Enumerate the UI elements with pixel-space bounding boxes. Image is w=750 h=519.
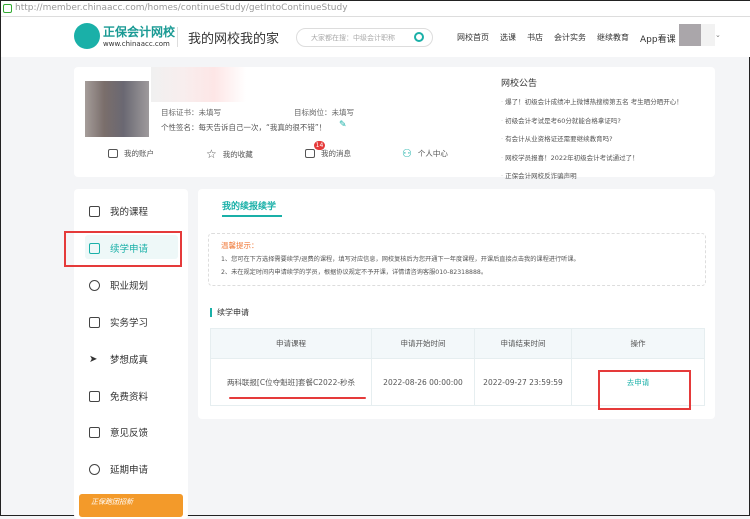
highlight-box [64, 231, 182, 267]
mail-icon [89, 426, 100, 438]
notice-title: 网校公告 [501, 79, 538, 89]
chart-circle-icon [89, 279, 100, 291]
col-course: 申请课程 [210, 328, 372, 359]
logo-domain: www.chinaacc.com [103, 40, 170, 48]
sidebar-item-feedback[interactable]: 意见反馈 [89, 425, 148, 439]
url-text: http://member.chinaacc.com/homes/continu… [15, 3, 348, 13]
nav-app[interactable]: App看课 [640, 32, 676, 45]
quick-link-account[interactable]: 我的账户 [108, 148, 154, 159]
quick-link-personal-center[interactable]: ⚇ 个人中心 [402, 147, 448, 160]
search-placeholder: 大家都在搜：中级会计职称 [311, 34, 395, 42]
target-job: 目标岗位：未填写 [294, 108, 354, 117]
section-title: 续学申请 [217, 308, 249, 317]
notice-item[interactable]: 有会计从业资格证还需要继续教育吗? [501, 133, 683, 143]
mail-icon [305, 149, 315, 158]
search-input[interactable]: 大家都在搜：中级会计职称 [296, 28, 433, 47]
book-icon [89, 205, 100, 217]
divider [177, 27, 178, 47]
secure-icon [3, 4, 12, 13]
sidebar-item-practice[interactable]: 实务学习 [89, 315, 148, 329]
sidebar-item-career[interactable]: 职业规划 [89, 278, 148, 292]
tips-box: 温馨提示： 1、您可在下方选择需要续学/退费的课程，填写对应信息，网校复核后为您… [208, 233, 706, 286]
end-time: 2022-09-27 23:59:59 [474, 358, 572, 406]
logo-icon[interactable] [74, 23, 100, 49]
tip-line: 2、未在规定时间内申请续学的学员，根据协议规定不予开课，详情请咨询客服010-8… [221, 269, 488, 276]
notice-panel: 网校公告 爆了！初级会计成绩冲上微博热搜榜第五名 考生晒分晒开心！ 初级会计考试… [501, 76, 683, 189]
sidebar-item-deferral[interactable]: 延期申请 [89, 462, 148, 476]
signature: 个性签名：每天告诉自己一次，“我真的很不错”！ [161, 123, 327, 132]
nav-continuing-edu[interactable]: 继续教育 [597, 32, 629, 45]
sidebar-item-free-materials[interactable]: 免费资料 [89, 389, 148, 403]
tips-title: 温馨提示： [221, 241, 259, 250]
profile-name-blurred [151, 67, 246, 102]
col-end: 申请结束时间 [474, 328, 572, 359]
sidebar-item-my-courses[interactable]: 我的课程 [89, 204, 148, 218]
nav-bookstore[interactable]: 书店 [527, 32, 543, 45]
message-badge: 14 [314, 141, 325, 150]
folder-icon [89, 390, 100, 402]
tab-continue-study[interactable]: 我的续报续学 [222, 199, 276, 212]
monitor-icon [89, 316, 100, 328]
red-underline [229, 397, 366, 399]
chevron-down-icon[interactable]: ⌄ [715, 31, 721, 39]
start-time: 2022-08-26 00:00:00 [371, 358, 475, 406]
quick-link-messages[interactable]: 我的消息 [305, 148, 351, 159]
notice-item[interactable]: 爆了！初级会计成绩冲上微博热搜榜第五名 考生晒分晒开心！ [501, 96, 683, 106]
target-cert: 目标证书：未填写 [161, 108, 221, 117]
address-bar[interactable]: http://member.chinaacc.com/homes/continu… [1, 1, 750, 17]
user-name-blurred[interactable] [701, 24, 715, 46]
profile-avatar [85, 81, 149, 137]
paper-plane-icon: ➤ [89, 353, 98, 365]
search-icon[interactable] [414, 32, 424, 42]
logo-brand[interactable]: 正保会计网校 [103, 23, 175, 40]
col-start: 申请开始时间 [371, 328, 475, 359]
nav-practice[interactable]: 会计实务 [554, 32, 586, 45]
notice-item[interactable]: 初级会计考试是考60分就能合格拿证吗? [501, 115, 683, 125]
notice-item[interactable]: 网校学员报喜！2022年初级会计考试通过了！ [501, 152, 683, 162]
col-action: 操作 [571, 328, 705, 359]
sidebar-item-dream[interactable]: ➤ 梦想成真 [89, 352, 148, 367]
nav-courses[interactable]: 选课 [500, 32, 516, 45]
tip-line: 1、您可在下方选择需要续学/退费的课程，填写对应信息，网校复核后为您开通下一年度… [221, 256, 580, 263]
user-icon: ⚇ [402, 147, 412, 160]
promo-banner[interactable]: 正保跑团招新 [79, 494, 183, 517]
edit-icon[interactable]: ✎ [339, 120, 347, 130]
tab-underline [222, 215, 282, 217]
section-marker [210, 308, 212, 317]
user-avatar[interactable] [679, 24, 701, 46]
highlight-box [598, 370, 691, 410]
quick-link-favorites[interactable]: ☆ 我的收藏 [206, 147, 253, 161]
notice-item[interactable]: 正保会计网校反诈骗声明 [501, 170, 683, 180]
site-title: 我的网校我的家 [188, 32, 280, 47]
clock-icon [89, 463, 100, 475]
top-nav: 网校首页 选课 书店 会计实务 继续教育 App看课 [457, 32, 676, 45]
nav-home[interactable]: 网校首页 [457, 32, 489, 45]
wallet-icon [108, 149, 118, 158]
star-icon: ☆ [206, 147, 217, 161]
